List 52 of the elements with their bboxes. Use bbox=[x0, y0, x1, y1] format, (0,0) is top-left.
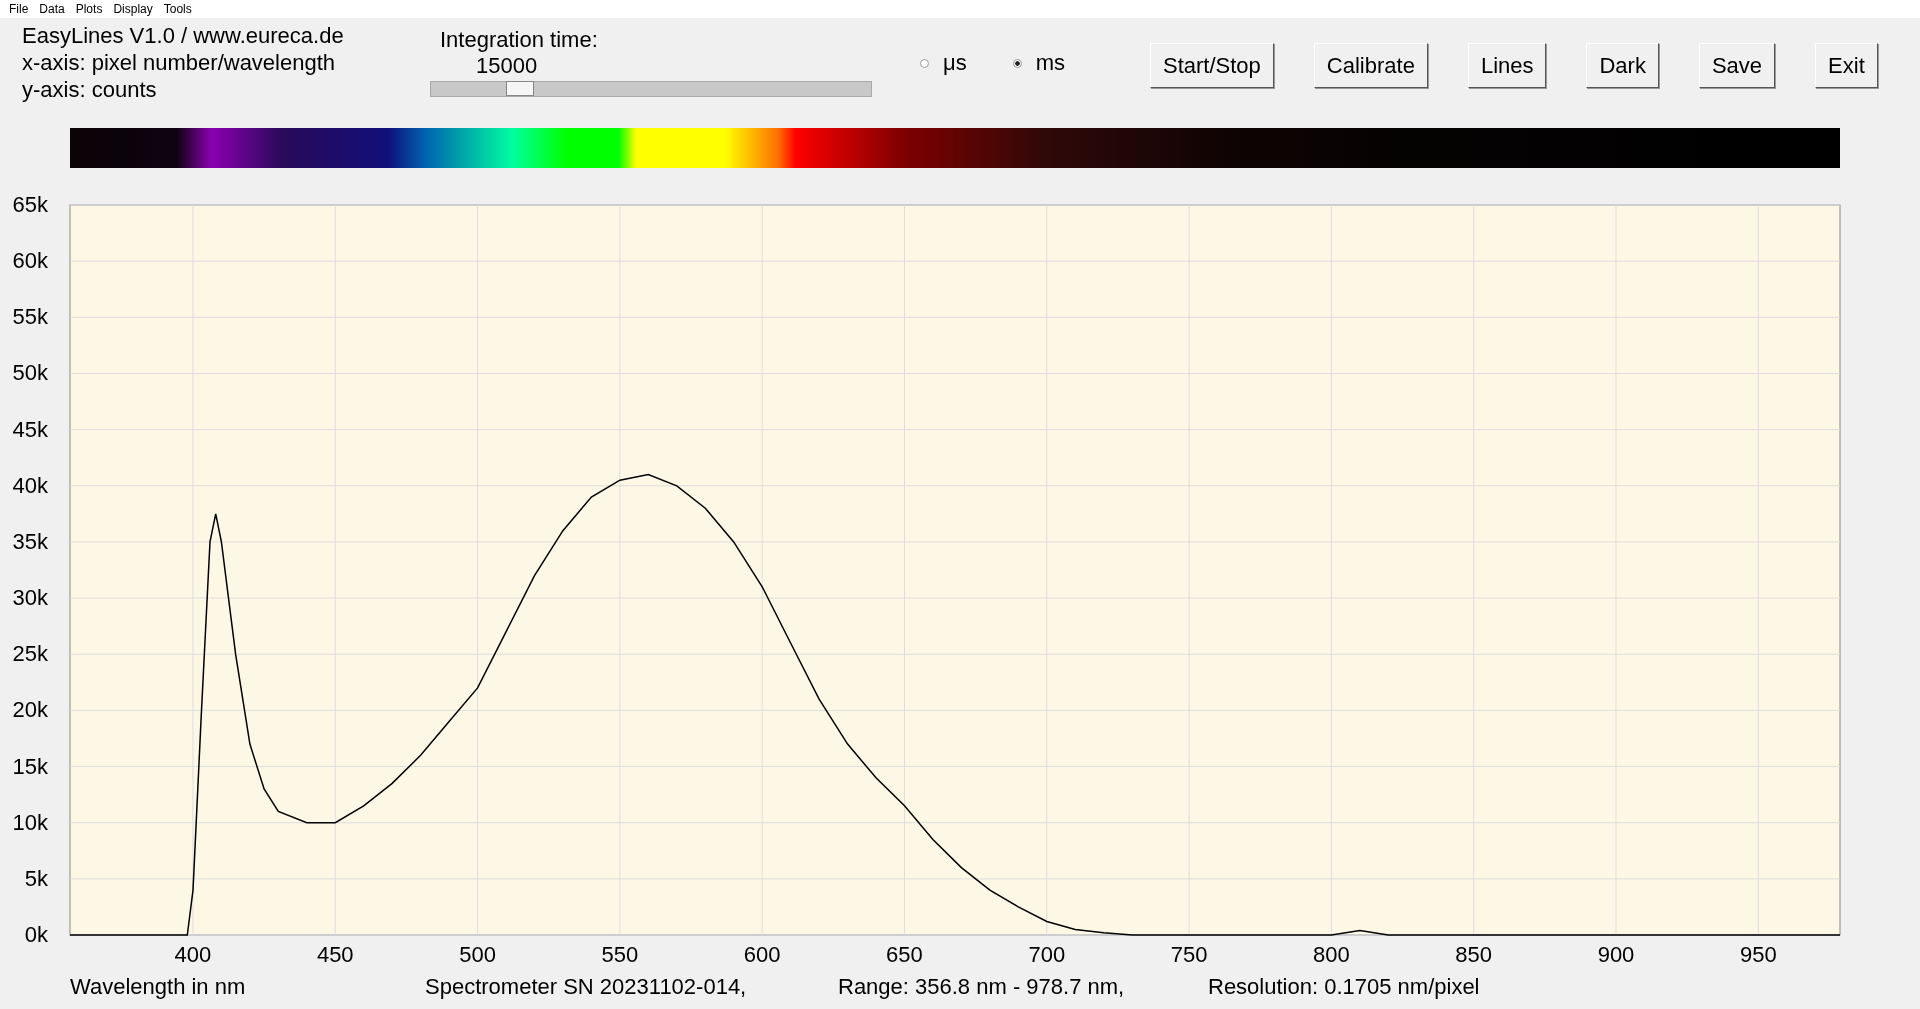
y-tick-label: 15k bbox=[12, 753, 48, 779]
integration-time-value: 15000 bbox=[476, 53, 538, 79]
slider-thumb[interactable] bbox=[505, 81, 534, 96]
y-tick-label: 50k bbox=[12, 360, 48, 386]
radio-label[interactable]: ms bbox=[1035, 50, 1065, 76]
x-tick-label: 700 bbox=[1028, 942, 1066, 967]
y-tick-label: 30k bbox=[12, 585, 48, 611]
x-tick-label: 950 bbox=[1739, 942, 1777, 967]
y-tick-label: 55k bbox=[12, 304, 48, 330]
action-button[interactable]: Lines bbox=[1467, 43, 1547, 88]
y-tick-label: 45k bbox=[12, 416, 48, 442]
integration-time-label: Integration time: bbox=[440, 27, 598, 53]
x-tick-label: 850 bbox=[1455, 942, 1493, 967]
radio-label[interactable]: μs bbox=[943, 50, 967, 76]
action-button[interactable]: Calibrate bbox=[1313, 43, 1428, 88]
x-tick-label: 400 bbox=[174, 942, 212, 967]
status-text: Range: 356.8 nm - 978.7 nm, bbox=[838, 974, 1125, 1000]
radio-button[interactable] bbox=[920, 58, 929, 68]
x-tick-label: 650 bbox=[886, 942, 923, 967]
action-button[interactable]: Start/Stop bbox=[1150, 43, 1274, 88]
info-text: x-axis: pixel number/wavelength bbox=[22, 49, 336, 76]
y-tick-label: 25k bbox=[12, 641, 48, 667]
y-tick-label: 5k bbox=[24, 865, 48, 891]
y-tick-label: 20k bbox=[12, 697, 48, 723]
action-button[interactable]: Save bbox=[1698, 43, 1776, 88]
radio-button[interactable] bbox=[1012, 58, 1022, 68]
y-tick-label: 65k bbox=[12, 192, 48, 217]
x-tick-label: 750 bbox=[1170, 942, 1208, 967]
status-text: Resolution: 0.1705 nm/pixel bbox=[1208, 974, 1480, 1000]
menu-item[interactable]: Data bbox=[34, 2, 71, 16]
x-tick-label: 550 bbox=[601, 942, 639, 967]
x-tick-label: 600 bbox=[743, 942, 781, 967]
integration-slider[interactable] bbox=[430, 81, 872, 97]
y-tick-label: 35k bbox=[12, 528, 48, 554]
x-tick-label: 450 bbox=[316, 942, 354, 967]
x-tick-label: 900 bbox=[1597, 942, 1635, 967]
menu-item[interactable]: Tools bbox=[158, 2, 198, 16]
action-button[interactable]: Exit bbox=[1815, 43, 1878, 88]
info-text: y-axis: counts bbox=[22, 76, 157, 103]
y-tick-label: 10k bbox=[12, 809, 48, 835]
status-text: Spectrometer SN 20231102-014, bbox=[425, 974, 747, 1000]
info-text: EasyLines V1.0 / www.eureca.de bbox=[22, 22, 344, 49]
action-button[interactable]: Dark bbox=[1586, 43, 1659, 88]
x-tick-label: 800 bbox=[1313, 942, 1350, 967]
y-tick-label: 60k bbox=[12, 248, 48, 274]
menu-item[interactable]: File bbox=[4, 2, 35, 16]
y-tick-label: 0k bbox=[24, 922, 48, 947]
y-tick-label: 40k bbox=[12, 472, 48, 498]
menu-item[interactable]: Plots bbox=[70, 2, 109, 16]
x-tick-label: 500 bbox=[459, 942, 496, 967]
status-text: Wavelength in nm bbox=[70, 974, 246, 1000]
menu-item[interactable]: Display bbox=[108, 2, 159, 16]
